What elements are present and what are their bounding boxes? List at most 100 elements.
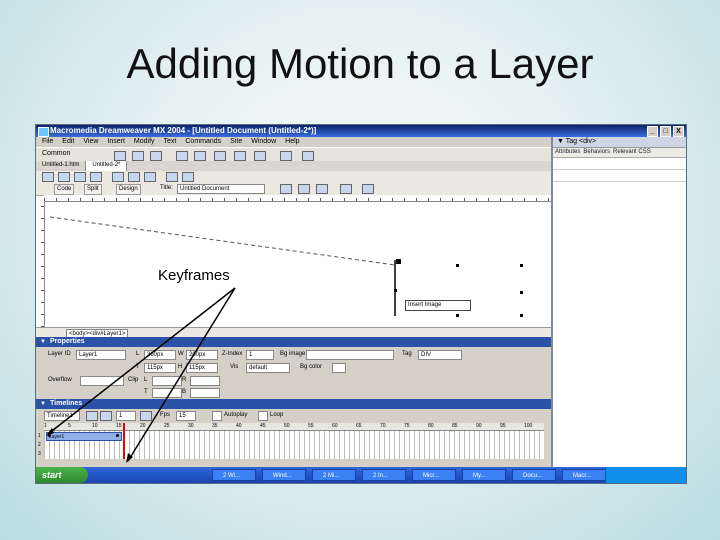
menu-help[interactable]: Help — [285, 137, 299, 147]
taskbar-item[interactable]: Macr... — [562, 469, 606, 481]
template-icon[interactable] — [280, 151, 292, 161]
redo-icon[interactable] — [182, 172, 194, 182]
menu-text[interactable]: Text — [164, 137, 177, 147]
taskbar-item[interactable]: 2 Mi... — [312, 469, 356, 481]
taskbar-item[interactable]: My... — [462, 469, 506, 481]
split-view-button[interactable]: Split — [84, 184, 102, 195]
frame-tick-label: 70 — [380, 423, 386, 429]
close-button[interactable]: X — [673, 126, 684, 137]
new-icon[interactable] — [42, 172, 54, 182]
play-icon[interactable] — [140, 411, 152, 421]
z-index-input[interactable]: 1 — [246, 350, 274, 360]
taskbar-item[interactable]: Docu... — [512, 469, 556, 481]
frame-tick-label: 95 — [500, 423, 506, 429]
tab-untitled-2[interactable]: Untitled-2* — [86, 161, 128, 171]
menu-commands[interactable]: Commands — [185, 137, 221, 147]
left-input[interactable]: 360px — [144, 350, 176, 360]
tab-behaviors[interactable]: Behaviors — [583, 148, 610, 157]
view-options-icon[interactable] — [340, 184, 352, 194]
layer-id-input[interactable]: Layer1 — [76, 350, 126, 360]
design-view-button[interactable]: Design — [116, 184, 141, 195]
clip-r-input[interactable] — [190, 376, 220, 386]
title-input[interactable]: Untitled Document — [177, 184, 265, 194]
menu-modify[interactable]: Modify — [134, 137, 155, 147]
taskbar-item[interactable]: 2 Wi... — [212, 469, 256, 481]
bg-image-input[interactable] — [306, 350, 394, 360]
image-icon[interactable] — [214, 151, 226, 161]
minimize-button[interactable]: _ — [647, 126, 658, 137]
menu-file[interactable]: File — [42, 137, 53, 147]
back-icon[interactable] — [100, 411, 112, 421]
tag-select[interactable]: DIV — [418, 350, 462, 360]
table-icon[interactable] — [176, 151, 188, 161]
menu-edit[interactable]: Edit — [62, 137, 74, 147]
menu-view[interactable]: View — [83, 137, 98, 147]
file-management-icon[interactable] — [280, 184, 292, 194]
preview-icon[interactable] — [298, 184, 310, 194]
frame-tick-label: 50 — [284, 423, 290, 429]
menu-insert[interactable]: Insert — [107, 137, 125, 147]
clip-l-label: L — [144, 377, 148, 383]
vis-select[interactable]: default — [246, 363, 290, 373]
clip-b-label: B — [182, 389, 187, 395]
hyperlink-icon[interactable] — [114, 151, 126, 161]
refresh-icon[interactable] — [316, 184, 328, 194]
date-icon[interactable] — [254, 151, 266, 161]
paste-icon[interactable] — [144, 172, 156, 182]
frame-input[interactable]: 1 — [116, 411, 136, 421]
menu-window[interactable]: Window — [251, 137, 276, 147]
layer-content[interactable]: Insert Image — [405, 300, 471, 311]
undo-icon[interactable] — [166, 172, 178, 182]
open-icon[interactable] — [58, 172, 70, 182]
top-input[interactable]: 115px — [144, 363, 176, 373]
media-icon[interactable] — [234, 151, 246, 161]
visual-aids-icon[interactable] — [362, 184, 374, 194]
tab-untitled-1[interactable]: Untitled-1.htm — [36, 161, 87, 171]
design-canvas[interactable]: Insert Image — [45, 202, 547, 327]
tag-chooser-icon[interactable] — [302, 151, 314, 161]
clip-b-input[interactable] — [190, 388, 220, 398]
app-icon — [38, 127, 49, 137]
maximize-button[interactable]: □ — [660, 126, 671, 137]
email-link-icon[interactable] — [132, 151, 144, 161]
layer-id-label: Layer ID — [48, 351, 71, 357]
animation-bar[interactable]: Layer1 — [46, 432, 122, 441]
tab-attributes[interactable]: Attributes — [555, 148, 580, 157]
clip-l-input[interactable] — [152, 376, 182, 386]
cut-icon[interactable] — [112, 172, 124, 182]
bg-color-swatch[interactable] — [332, 363, 346, 373]
taskbar-item[interactable]: Micr... — [412, 469, 456, 481]
fps-input[interactable]: 15 — [176, 411, 196, 421]
overflow-select[interactable] — [80, 376, 124, 386]
copy-icon[interactable] — [128, 172, 140, 182]
height-input[interactable]: 115px — [186, 363, 218, 373]
panel-row — [553, 158, 686, 170]
clip-t-input[interactable] — [152, 388, 182, 398]
width-input[interactable]: 200px — [186, 350, 218, 360]
frame-tick-label: 30 — [188, 423, 194, 429]
properties-header[interactable]: Properties — [36, 337, 551, 347]
keyframe-end[interactable] — [116, 434, 119, 437]
taskbar-item[interactable]: Wind... — [262, 469, 306, 481]
tab-relevant-css[interactable]: Relevant CSS — [613, 148, 651, 157]
insert-category-select[interactable]: Common — [42, 150, 96, 159]
timelines-header[interactable]: Timelines — [36, 399, 551, 409]
rewind-icon[interactable] — [86, 411, 98, 421]
frame-tick-label: 20 — [140, 423, 146, 429]
layer-icon[interactable] — [194, 151, 206, 161]
autoplay-checkbox[interactable] — [212, 411, 222, 421]
code-view-button[interactable]: Code — [54, 184, 75, 195]
tag-panel-header[interactable]: ▼ Tag <div> — [553, 137, 686, 148]
autoplay-label: Autoplay — [224, 412, 248, 418]
save-icon[interactable] — [74, 172, 86, 182]
bg-image-label: Bg image — [280, 351, 306, 357]
named-anchor-icon[interactable] — [150, 151, 162, 161]
menu-site[interactable]: Site — [230, 137, 242, 147]
taskbar-item[interactable]: 2 In... — [362, 469, 406, 481]
playhead[interactable] — [123, 423, 125, 459]
keyframe-start[interactable] — [48, 434, 51, 437]
save-all-icon[interactable] — [90, 172, 102, 182]
loop-checkbox[interactable] — [258, 411, 268, 421]
start-button[interactable]: start — [36, 467, 88, 483]
timeline-select[interactable]: Timeline1 — [44, 411, 80, 421]
